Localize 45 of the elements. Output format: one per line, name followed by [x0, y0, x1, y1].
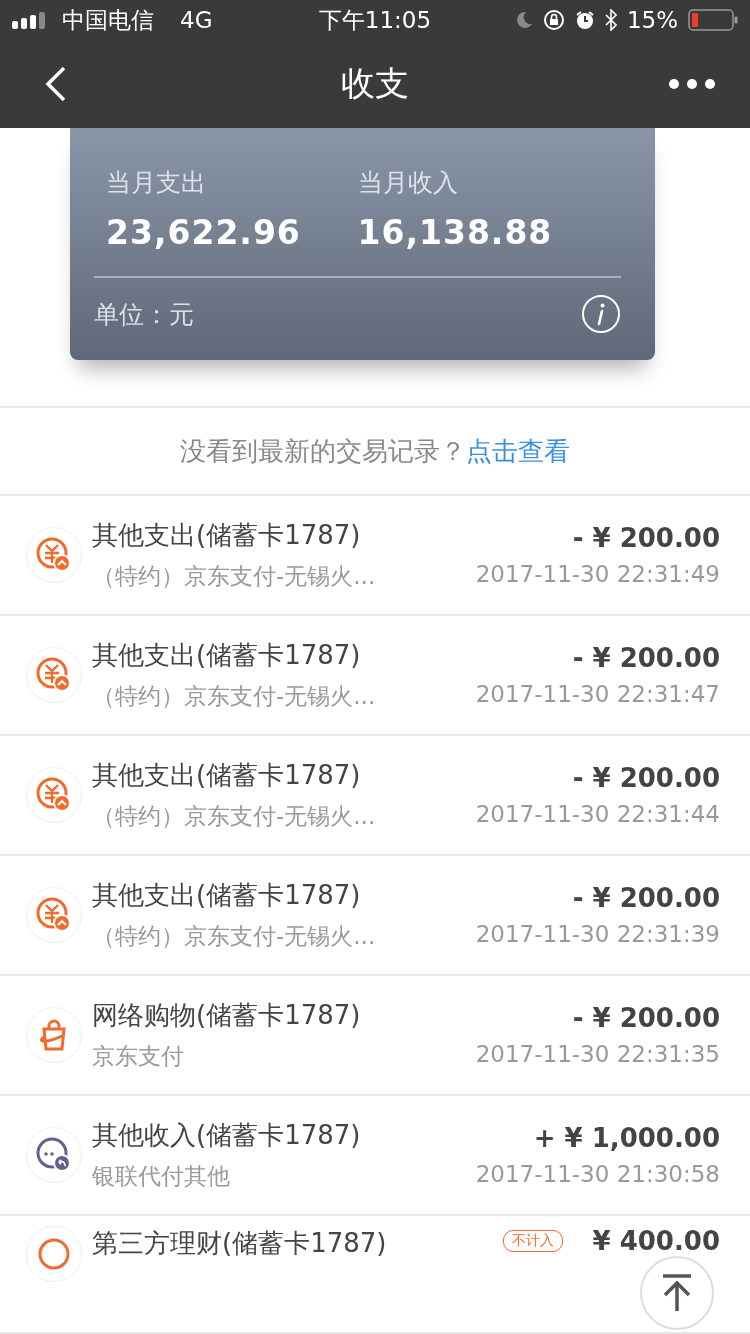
transaction-time: 2017-11-30 22:31:39 — [475, 921, 720, 947]
transaction-amount: + ¥ 1,000.00 — [533, 1123, 720, 1153]
rotation-lock-icon — [542, 9, 565, 31]
income-label: 当月收入 — [357, 167, 459, 199]
transaction-title: 其他支出(储蓄卡1787) — [92, 759, 362, 792]
notice-text: 没看到最新的交易记录？ — [180, 434, 466, 468]
network-type: 4G — [180, 7, 213, 33]
transaction-title: 网络购物(储蓄卡1787) — [92, 999, 362, 1032]
transaction-amount: - ¥ 200.00 — [572, 523, 720, 553]
page-title: 收支 — [341, 62, 409, 105]
transaction-amount: - ¥ 200.00 — [572, 763, 720, 793]
status-time: 下午11:05 — [318, 5, 432, 35]
alarm-icon — [574, 10, 595, 30]
transaction-title: 其他支出(储蓄卡1787) — [92, 639, 362, 672]
transaction-time: 2017-11-30 22:31:47 — [475, 681, 720, 707]
transaction-amount: - ¥ 200.00 — [572, 1003, 720, 1033]
view-link[interactable]: 点击查看 — [466, 433, 570, 469]
transaction-description: 银联代付其他 — [92, 1162, 231, 1191]
transaction-amount: - ¥ 200.00 — [572, 883, 720, 913]
battery-percent: 15% — [626, 7, 678, 33]
transaction-description: （特约）京东支付-无锡火... — [92, 562, 377, 591]
expense-label: 当月支出 — [106, 167, 207, 199]
expense-amount: 23,622.96 — [106, 213, 302, 252]
transaction-description: 京东支付 — [92, 1042, 185, 1071]
info-icon[interactable] — [581, 294, 621, 334]
transaction-time: 2017-11-30 22:31:35 — [475, 1041, 720, 1067]
transaction-title: 其他支出(储蓄卡1787) — [92, 519, 362, 552]
unit-label: 单位：元 — [94, 298, 194, 331]
carrier-name: 中国电信 — [62, 5, 154, 35]
transaction-description: （特约）京东支付-无锡火... — [92, 682, 377, 711]
moon-icon — [514, 11, 533, 29]
transaction-time: 2017-11-30 22:31:44 — [475, 801, 720, 827]
transaction-title: 其他支出(储蓄卡1787) — [92, 879, 362, 912]
battery-icon — [688, 9, 738, 31]
transaction-title: 第三方理财(储蓄卡1787) — [92, 1227, 388, 1260]
transaction-time: 2017-11-30 22:31:49 — [475, 561, 720, 587]
income-amount: 16,138.88 — [357, 213, 554, 252]
excluded-tag: 不计入 — [502, 1230, 563, 1252]
transaction-description: （特约）京东支付-无锡火... — [92, 802, 377, 831]
transaction-time: 2017-11-30 21:30:58 — [475, 1161, 720, 1187]
transaction-amount: ¥ 400.00 — [592, 1226, 720, 1256]
transaction-title: 其他收入(储蓄卡1787) — [92, 1119, 362, 1152]
bluetooth-icon — [604, 9, 617, 31]
transaction-amount: - ¥ 200.00 — [572, 643, 720, 673]
transaction-description: （特约）京东支付-无锡火... — [92, 922, 377, 951]
